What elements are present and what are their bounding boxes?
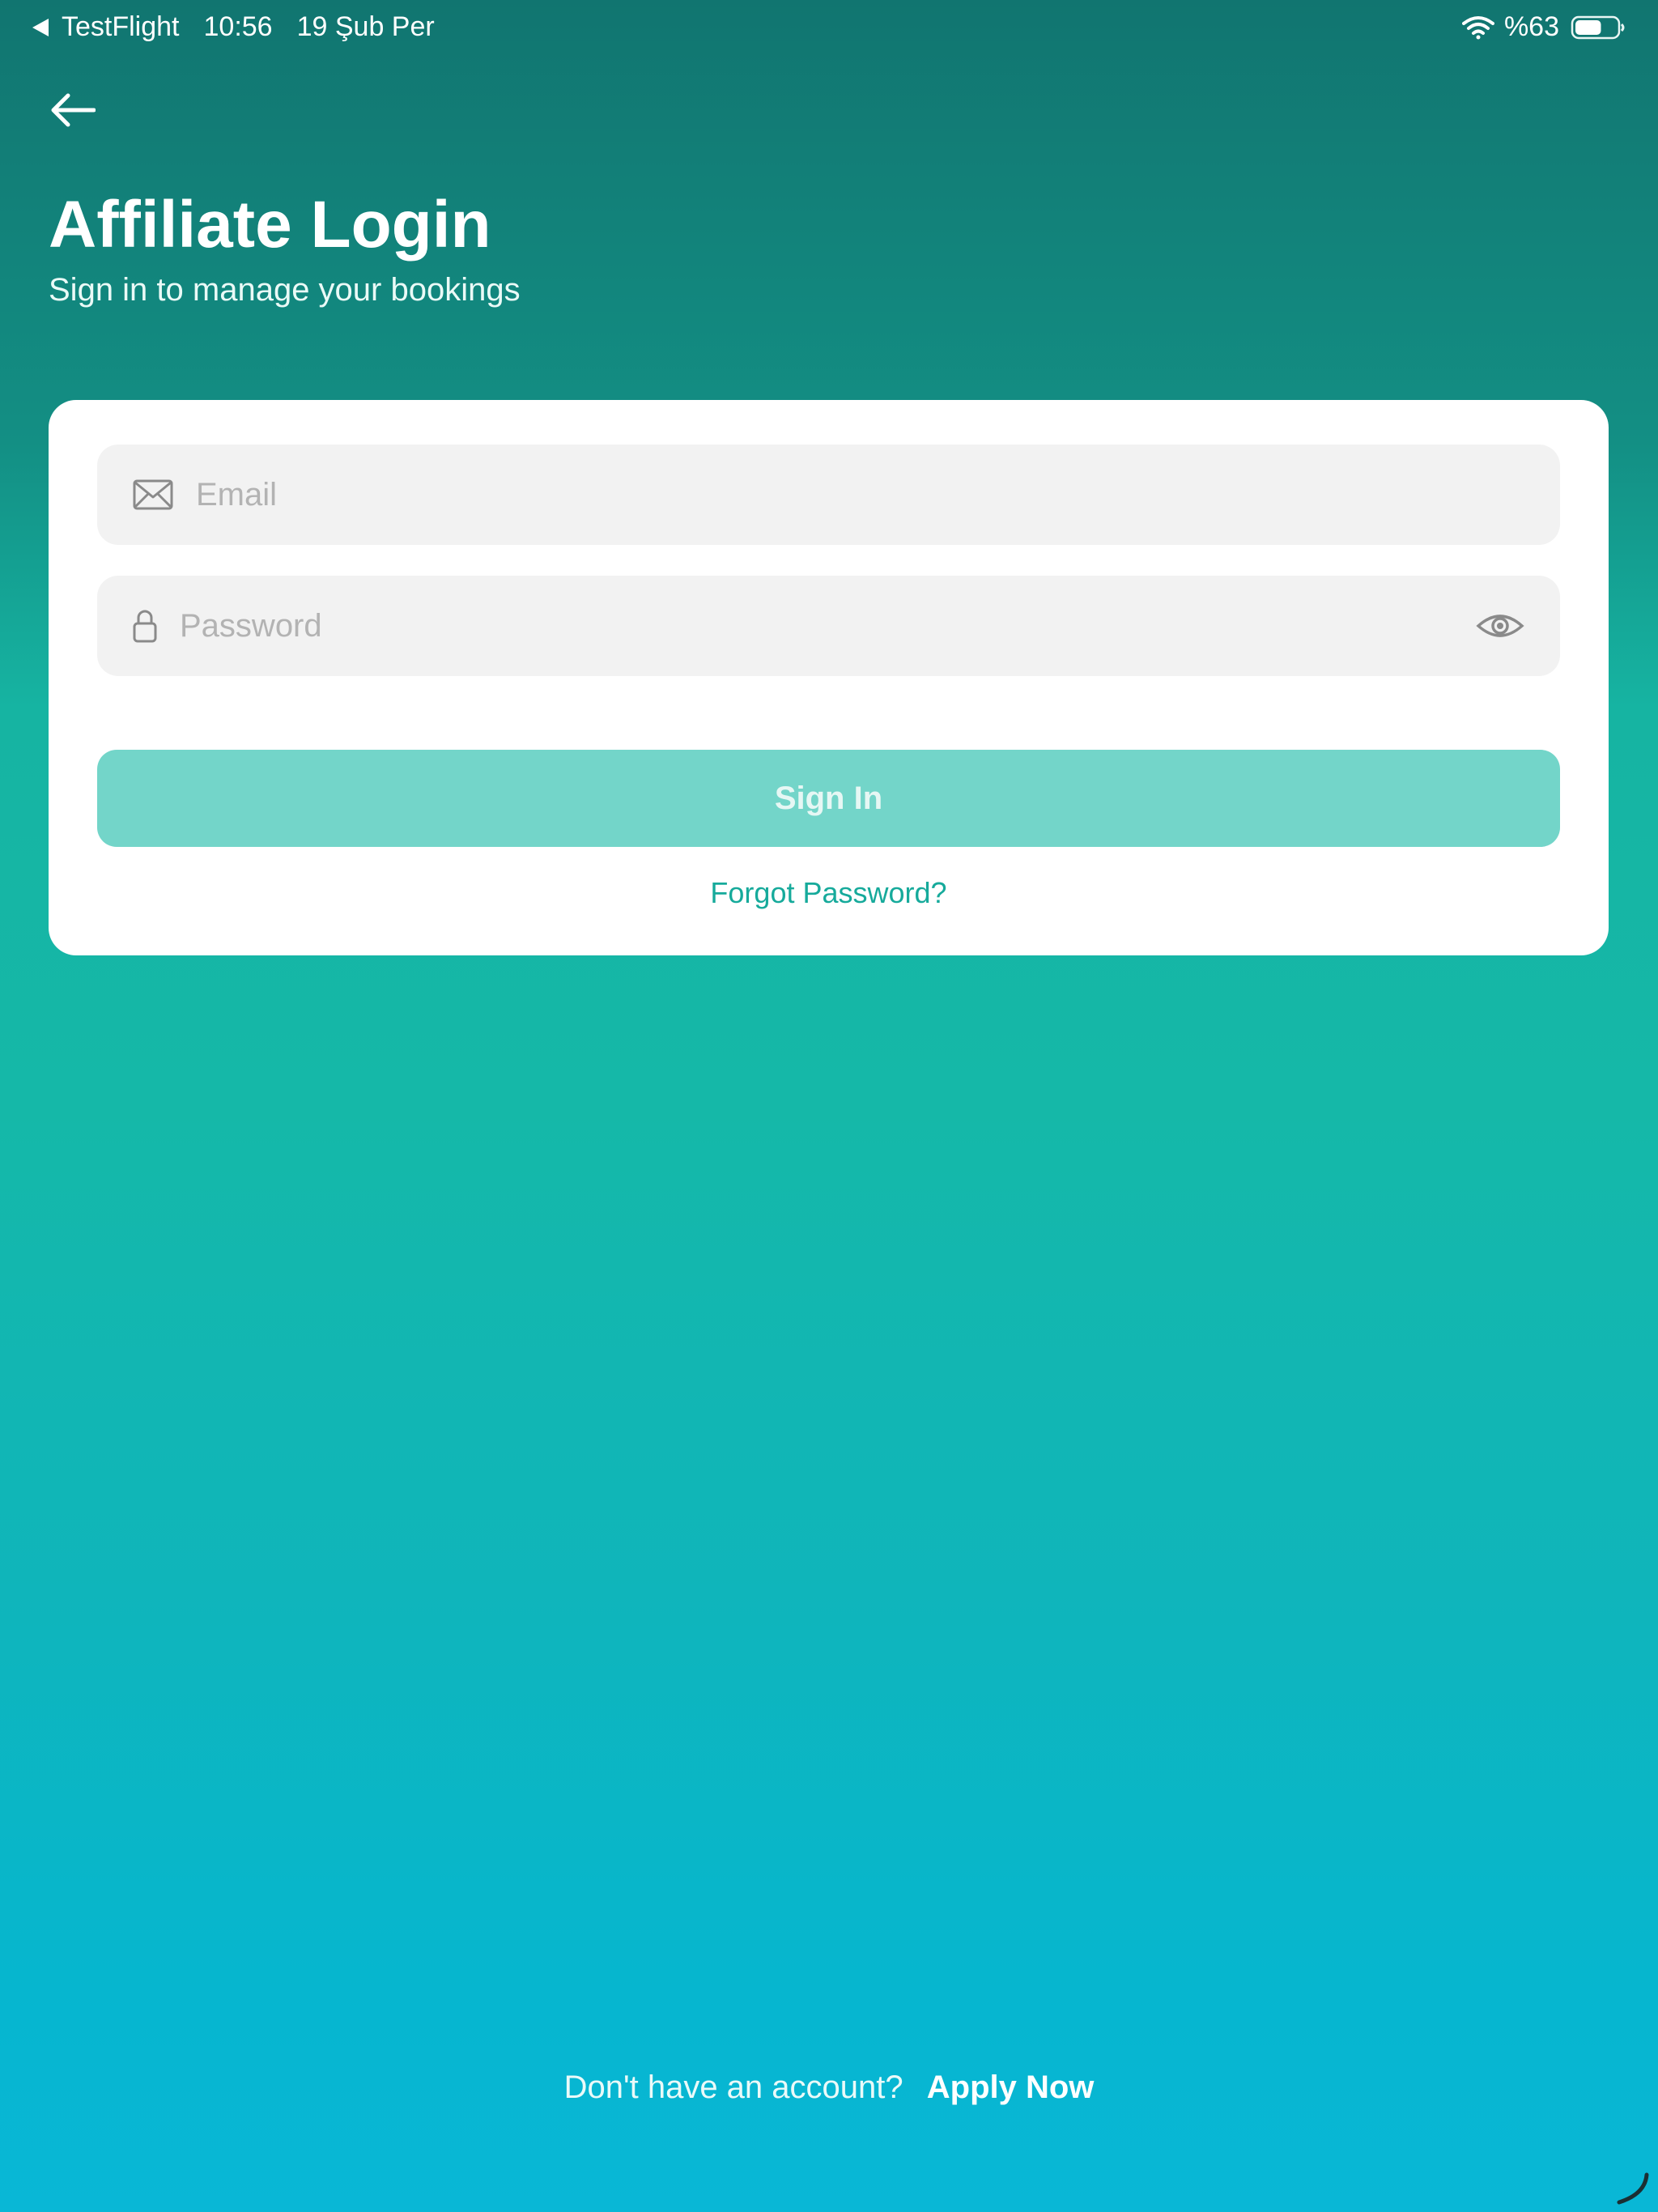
- eye-icon: [1476, 615, 1524, 637]
- email-field[interactable]: [97, 444, 1560, 546]
- back-to-app-label[interactable]: TestFlight: [62, 11, 180, 43]
- sign-in-button[interactable]: Sign In: [97, 750, 1560, 847]
- status-right: %63: [1461, 11, 1626, 43]
- back-to-app-icon[interactable]: [32, 18, 49, 36]
- password-input[interactable]: [178, 575, 1476, 677]
- back-button[interactable]: [47, 87, 99, 133]
- status-date: 19 Şub Per: [296, 11, 435, 42]
- apply-now-link[interactable]: Apply Now: [927, 2069, 1095, 2105]
- login-card: Sign In Forgot Password?: [49, 400, 1609, 955]
- page-title: Affiliate Login: [49, 188, 491, 262]
- email-input[interactable]: [194, 444, 1560, 546]
- status-left: TestFlight 10:56 19 Şub Per: [32, 11, 435, 43]
- battery-icon: [1571, 15, 1625, 39]
- footer: Don't have an account? Apply Now: [0, 2069, 1658, 2106]
- forgot-password-link[interactable]: Forgot Password?: [49, 876, 1609, 910]
- status-bar: TestFlight 10:56 19 Şub Per %63: [0, 0, 1658, 58]
- no-account-prompt: Don't have an account?: [563, 2069, 903, 2105]
- loading-spinner-icon: [1617, 2172, 1649, 2205]
- envelope-icon: [133, 479, 173, 510]
- password-field[interactable]: [97, 575, 1560, 677]
- password-visibility-toggle[interactable]: [1476, 610, 1524, 642]
- arrow-left-icon: [51, 93, 96, 127]
- wifi-icon: [1461, 15, 1494, 39]
- status-time: 10:56: [203, 11, 273, 42]
- page-subtitle: Sign in to manage your bookings: [49, 272, 521, 308]
- battery-percent: %63: [1503, 11, 1559, 42]
- battery-level-fill: [1575, 19, 1601, 35]
- lock-icon: [133, 610, 157, 643]
